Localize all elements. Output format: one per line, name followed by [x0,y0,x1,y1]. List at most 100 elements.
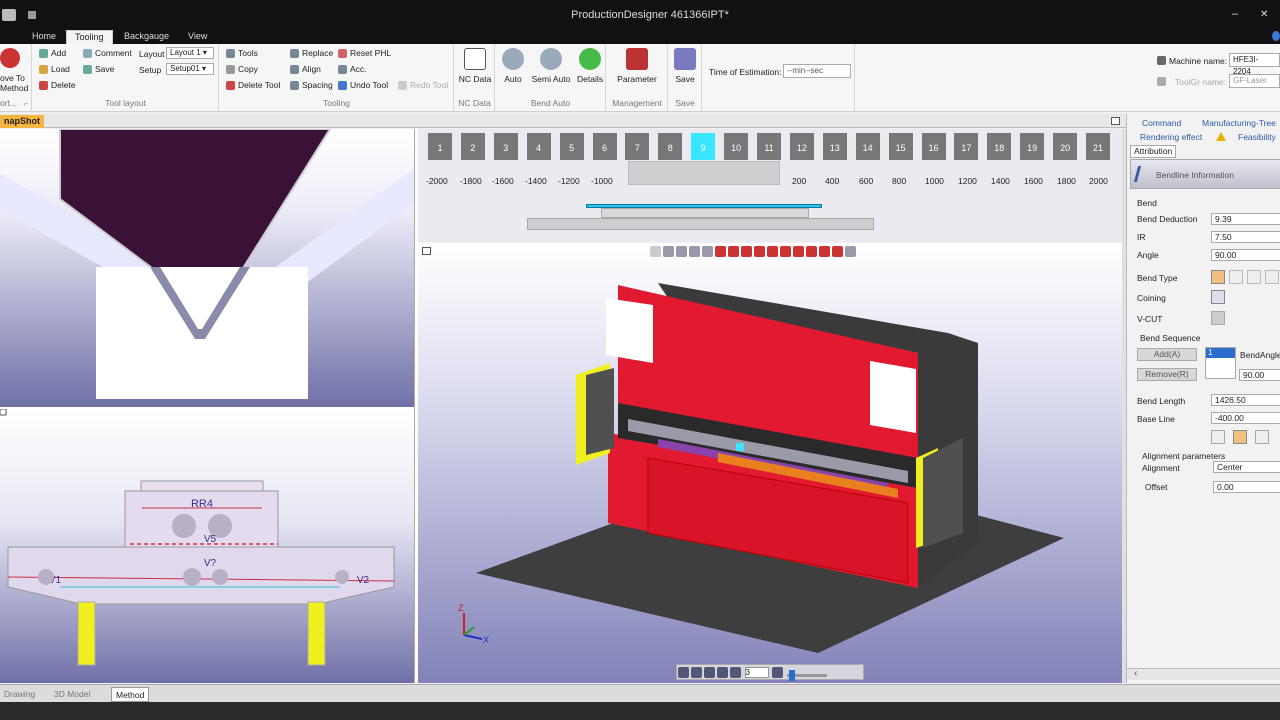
save-layout-button[interactable]: Save [83,64,114,74]
station-21[interactable]: 21 [1086,133,1110,160]
station-14[interactable]: 14 [855,133,880,160]
bend-length-field[interactable]: 1426.50 [1211,394,1280,406]
move-to-method-icon[interactable] [0,48,20,68]
station-16[interactable]: 16 [921,133,946,160]
station-20[interactable]: 20 [1053,133,1078,160]
load-button[interactable]: Load [39,64,70,74]
undo-tool-button[interactable]: Undo Tool [338,80,388,90]
tab-rendering-effect[interactable]: Rendering effect [1140,132,1202,142]
reset-phl-button[interactable]: Reset PHL [338,48,391,58]
station-4[interactable]: 4 [526,133,551,160]
station-1[interactable]: 1 [428,133,452,160]
base-line-center-icon[interactable] [1233,430,1247,444]
delete-tool-button[interactable]: Delete Tool [226,80,280,90]
replace-button[interactable]: Replace [290,48,333,58]
station-8[interactable]: 8 [658,133,683,160]
move-to-method-label-2[interactable]: Method [0,83,28,93]
station-3[interactable]: 3 [493,133,518,160]
move-to-method-label-1[interactable]: ove To [0,73,25,83]
station-6[interactable]: 6 [592,133,617,160]
sequence-angle-field[interactable]: 90.00 [1239,369,1280,381]
tab-backgauge[interactable]: Backgauge [116,30,177,44]
parameter-button[interactable]: Parameter [614,48,660,84]
comment-button[interactable]: Comment [83,48,132,58]
tab-home[interactable]: Home [24,30,64,44]
machine-name-field[interactable]: HFE3I-2204 [1229,53,1280,76]
tools-button[interactable]: Tools [226,48,258,58]
bend-type-step-icon[interactable] [1265,270,1279,284]
playback-forward-icon[interactable] [772,667,784,678]
offset-field[interactable]: 0.00 [1213,481,1280,493]
bend-type-hem-icon[interactable] [1247,270,1261,284]
sequence-list-item[interactable]: 1 [1206,348,1235,358]
bend-type-v-icon[interactable] [1211,270,1225,284]
tab-method[interactable]: Method [111,687,150,702]
save-button[interactable]: Save [662,48,708,84]
station-17[interactable]: 17 [954,133,979,160]
playback-stop-icon[interactable] [704,667,715,678]
station-9[interactable]: 9 [691,133,716,160]
station-18[interactable]: 18 [987,133,1012,160]
add-button[interactable]: Add [39,48,66,58]
sequence-list[interactable]: 1 [1205,347,1236,379]
station-10[interactable]: 10 [724,133,749,160]
bend-type-u-icon[interactable] [1229,270,1243,284]
redo-tool-button[interactable]: Redo Tool [398,80,448,90]
base-line-left-icon[interactable] [1211,430,1225,444]
minimize-button[interactable]: – [1232,8,1238,20]
toolgr-name-field[interactable]: GF-Laser [1229,74,1280,88]
tab-manufacturing-tree[interactable]: Manufacturing-Tree [1202,118,1276,128]
station-5[interactable]: 5 [559,133,584,160]
ir-field[interactable]: 7.50 [1211,231,1280,243]
vcut-icon[interactable] [1211,311,1225,325]
tab-attribution[interactable]: Attribution [1130,145,1177,158]
tab-command[interactable]: Command [1142,118,1181,128]
playback-slider[interactable] [786,670,827,682]
add-sequence-button[interactable]: Add(A) [1137,348,1197,361]
station-15[interactable]: 15 [888,133,913,160]
delete-button[interactable]: Delete [39,80,76,90]
alignment-select[interactable]: Center [1213,461,1280,473]
tab-feasibility[interactable]: Feasibility [1238,132,1276,142]
station-layout-view[interactable]: 1 2 3 4 5 6 7 8 9 10 11 12 13 14 15 16 17 18 19 20 21 -2000-… [418,129,1122,242]
station-12[interactable]: 12 [789,133,814,160]
setup-select[interactable]: Setup01 ▾ [166,63,214,75]
view-toggle-icon[interactable] [0,409,7,416]
align-button[interactable]: Align [290,64,321,74]
base-line-right-icon[interactable] [1255,430,1269,444]
playback-prev-icon[interactable] [691,667,702,678]
station-11[interactable]: 11 [757,133,781,160]
station-13[interactable]: 13 [822,133,847,160]
side-section-view[interactable]: RR4 V5 V1 V? V2 [0,409,414,683]
spacing-button[interactable]: Spacing [290,80,333,90]
playback-start-icon[interactable] [678,667,689,678]
remove-sequence-button[interactable]: Remove(R) [1137,368,1197,381]
acc-button[interactable]: Acc. [338,64,367,74]
tab-tooling[interactable]: Tooling [66,30,113,44]
panel-options-icon[interactable] [1111,117,1120,125]
tab-drawing[interactable]: Drawing [0,687,39,702]
base-line-field[interactable]: -400.00 [1211,412,1280,424]
layout-select[interactable]: Layout 1 ▾ [166,47,214,59]
playback-next-icon[interactable] [717,667,728,678]
angle-field[interactable]: 90.00 [1211,249,1280,261]
group-method-launcher[interactable]: ⌐ [24,101,28,108]
bend-deduction-field[interactable]: 9.39 [1211,213,1280,225]
tab-view[interactable]: View [180,30,215,44]
station-19[interactable]: 19 [1020,133,1045,160]
machine-3d-view[interactable]: Z X 3 [418,243,1122,683]
station-7[interactable]: 7 [625,133,650,160]
step-select[interactable]: 3 [744,667,769,678]
coining-icon[interactable] [1211,290,1225,304]
playback-slider-thumb[interactable] [788,670,795,682]
tab-3d-model[interactable]: 3D Model [50,687,94,702]
snapshot-tab[interactable]: napShot [0,115,44,128]
playback-back-icon[interactable] [730,667,741,678]
copy-button[interactable]: Copy [226,64,258,74]
help-icon[interactable] [1272,31,1280,41]
bend-closeup-view[interactable] [0,129,414,407]
close-button[interactable]: ✕ [1260,9,1268,20]
station-2[interactable]: 2 [460,133,485,160]
panel-scrollbar[interactable]: ‹ [1127,668,1280,680]
scroll-left-icon[interactable]: ‹ [1134,668,1137,679]
